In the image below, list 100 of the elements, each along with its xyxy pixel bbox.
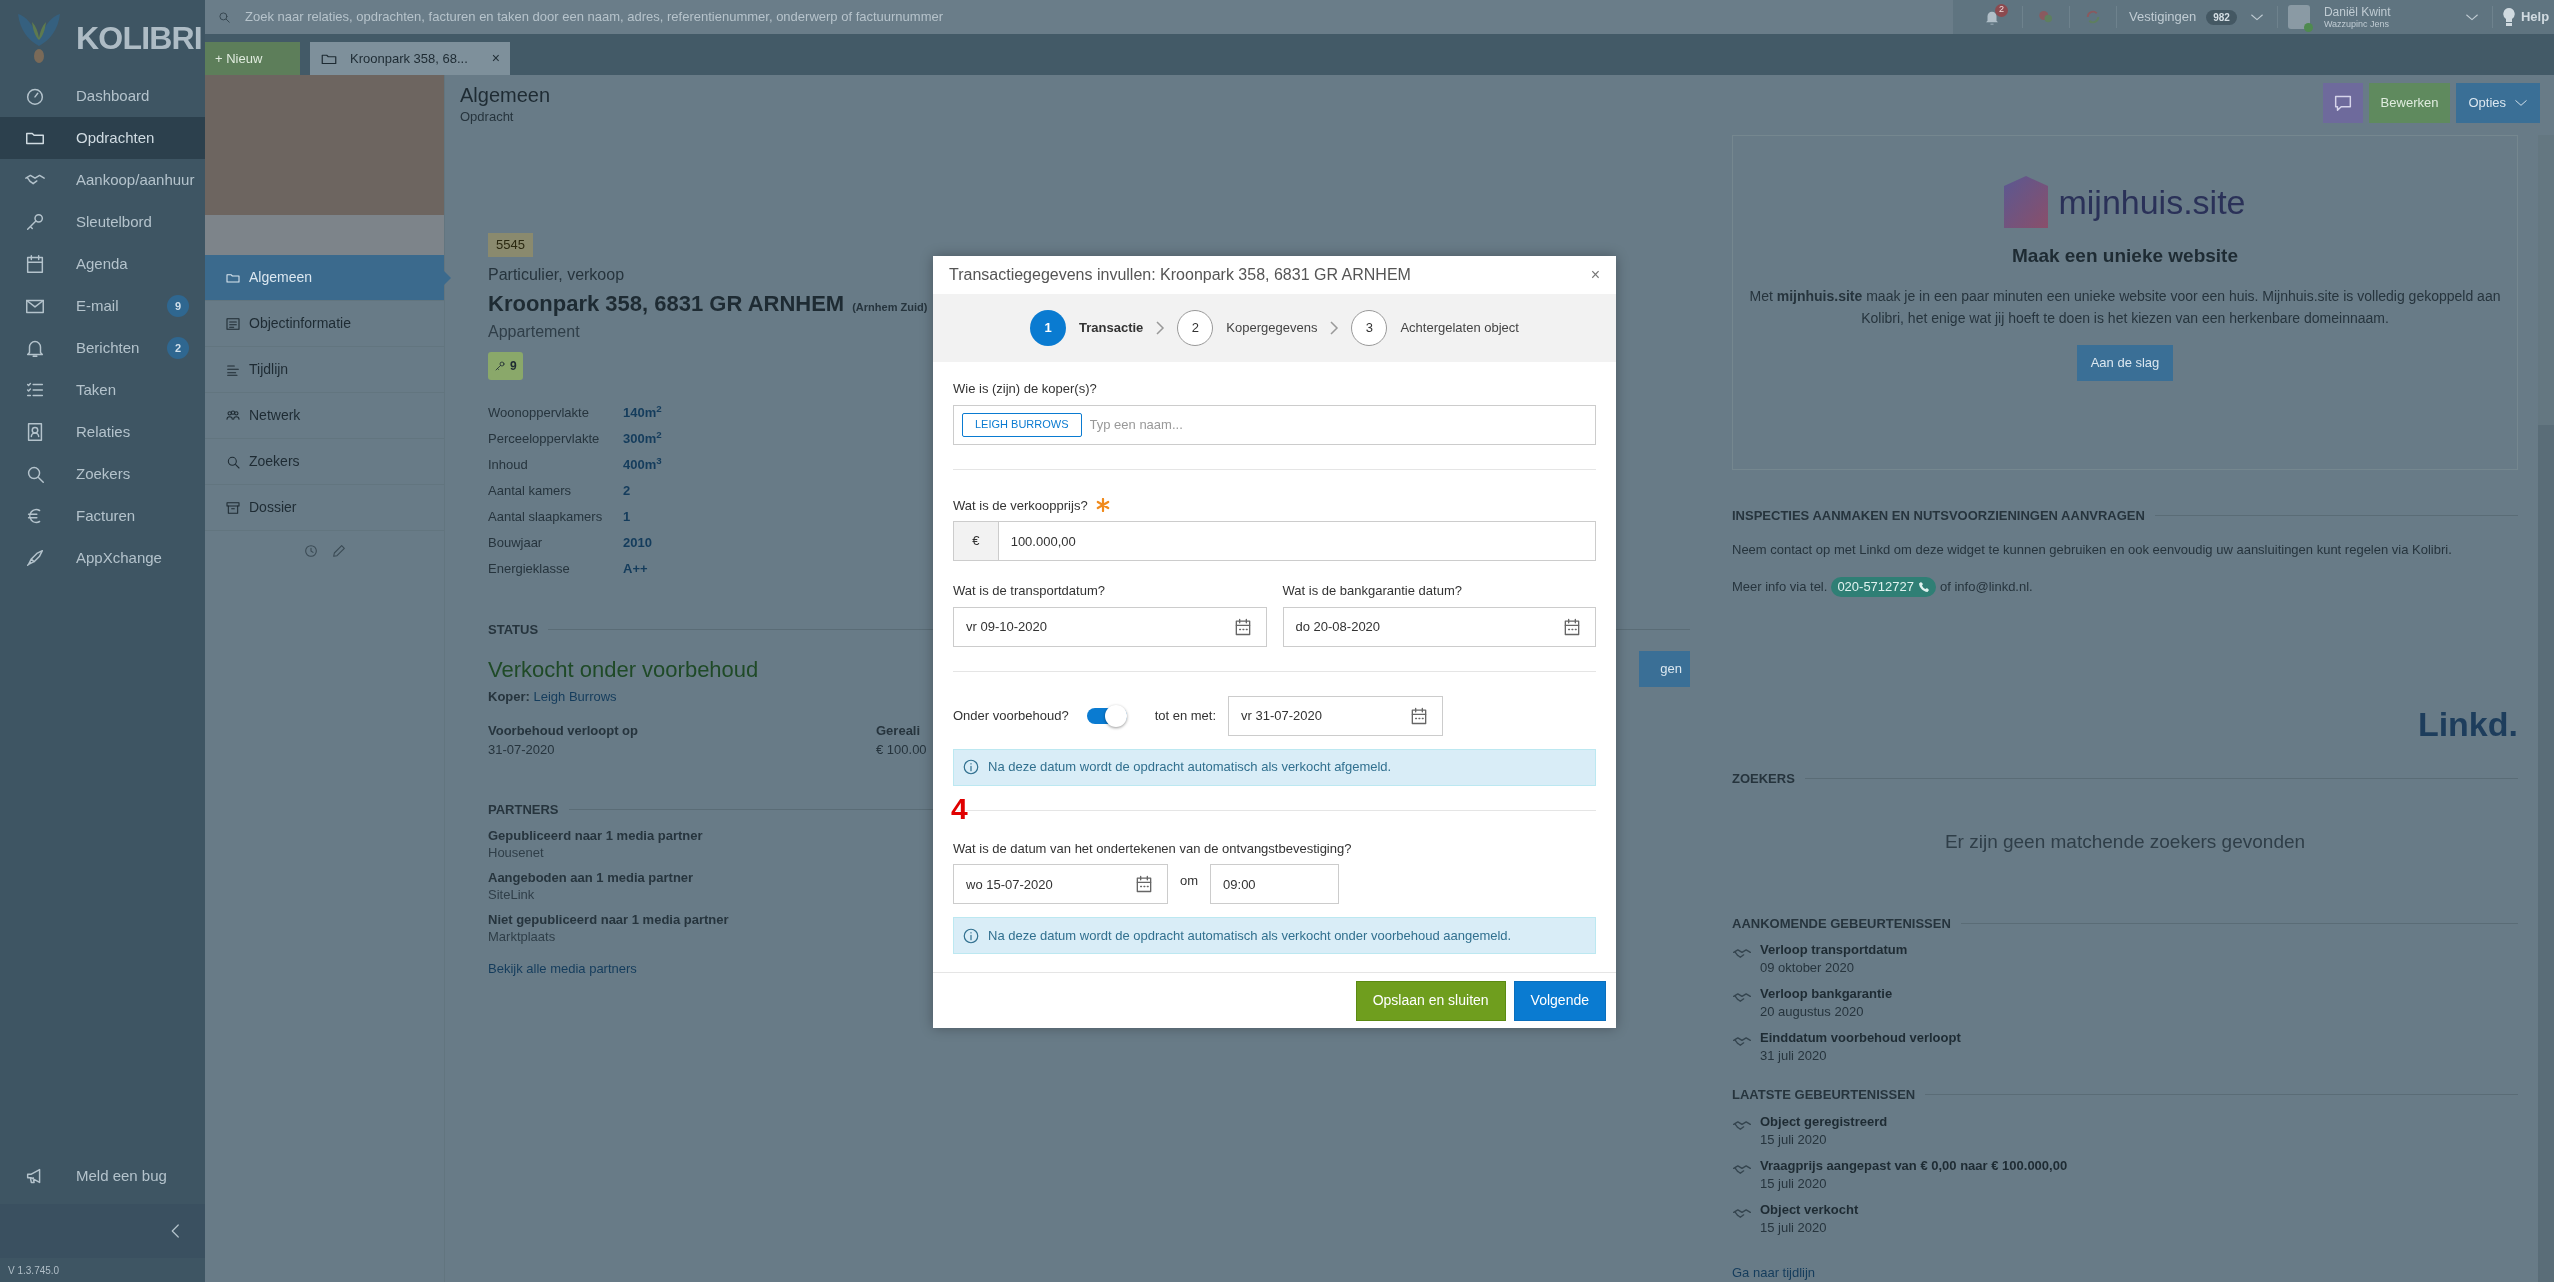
event-title: Verloop transportdatum (1760, 941, 1908, 959)
options-dropdown[interactable]: Opties (2456, 83, 2540, 123)
field-label: Wat is de bankgarantie datum? (1282, 582, 1462, 600)
property-label: Woonoppervlakte (488, 403, 590, 422)
page-subtitle: Opdracht (460, 108, 514, 126)
clock-icon (302, 543, 319, 559)
object-menu-item[interactable]: Tijdlijn (205, 347, 444, 393)
sidebar-item[interactable]: Meld een bug (0, 1148, 205, 1204)
dialog-title: Transactiegegevens invullen: Kroonpark 358, 6831 GR ARNHEM (949, 265, 1412, 285)
property-label: Energieklasse (488, 559, 571, 578)
date-input[interactable]: do 20-08-2020 (1282, 606, 1596, 647)
date-input[interactable]: wo 15-07-2020 (953, 864, 1168, 904)
section-heading: ZOEKERS (1732, 769, 1795, 788)
object-menu-item[interactable]: Objectinformatie (205, 301, 444, 347)
field-label: Wie is (zijn) de koper(s)? (953, 380, 1097, 398)
edit-button[interactable]: Bewerken (2368, 83, 2451, 123)
info-alert: Na deze datum wordt de opdracht automatisch als verkocht onder voorbehoud aangemeld. (953, 917, 1596, 954)
object-menu-item[interactable]: Algemeen (205, 255, 444, 301)
pointer-arrow-icon (444, 271, 451, 285)
next-button[interactable]: Volgende (1513, 980, 1606, 1021)
field-label: Wat is de verkoopprijs? (953, 496, 1088, 515)
calendar-icon (1134, 874, 1154, 894)
property-value: 300m$^{2}$ (623, 428, 662, 448)
search-icon (217, 10, 231, 24)
event-date: 09 oktober 2020 (1760, 959, 1854, 977)
change-button[interactable]: gen (1639, 651, 1690, 687)
district-text: (Arnhem Zuid) (852, 299, 928, 315)
step-number[interactable]: 2 (1177, 310, 1214, 346)
logo-text: Linkd. (2417, 706, 2518, 741)
field-label: Gereali (876, 721, 921, 740)
property-value: 140m$^{2}$ (623, 402, 662, 422)
date-input[interactable]: vr 31-07-2020 (1228, 695, 1444, 736)
buyer-field[interactable]: LEIGH BURROWS Typ een naam... (953, 404, 1596, 445)
event-date: 15 juli 2020 (1760, 1174, 1827, 1193)
save-close-button[interactable]: Opslaan en sluiten (1355, 980, 1506, 1021)
status-text: Verkocht onder voorbehoud (488, 655, 759, 684)
price-input[interactable]: 100.000,00 (997, 521, 1596, 561)
field-label: om (1180, 872, 1199, 891)
field-label: Voorbehoud verloopt op (488, 721, 638, 740)
event-title: Vraagprijs aangepast van € 0,00 naar € 100.000,00 (1760, 1156, 2068, 1175)
pencil-icon (330, 543, 347, 559)
phone-icon (1918, 580, 1930, 593)
timeline-link[interactable]: Ga naar tijdlijn (1732, 1262, 1816, 1282)
count-badge: 2 (167, 337, 189, 359)
buyer-tag[interactable]: LEIGH BURROWS (962, 412, 1082, 437)
phone-badge[interactable]: 020-5712727 (1831, 577, 1936, 597)
currency-addon: € (953, 521, 998, 561)
media-partners-link[interactable]: Bekijk alle media partners (488, 959, 637, 979)
category-text: Particulier, verkoop (488, 264, 625, 285)
user-name: Daniël Kwint (2323, 5, 2391, 18)
help-button[interactable]: Help (2502, 7, 2550, 27)
sidebar-item[interactable]: Opdrachten (0, 117, 205, 159)
info-alert: Na deze datum wordt de opdracht automatisch als verkocht afgemeld. (953, 748, 1596, 786)
object-menu-item[interactable]: Zoekers (205, 439, 444, 485)
address-title: Kroonpark 358, 6831 GR ARNHEM (488, 289, 845, 318)
field-value: € 100.00 (876, 741, 927, 759)
close-button[interactable]: × (1590, 263, 1600, 287)
tab[interactable]: Kroonpark 358, 68... × (310, 42, 510, 75)
object-menu-item[interactable]: Dossier (205, 485, 444, 531)
reference-badge: 5545 (488, 233, 533, 257)
comment-button[interactable] (2322, 83, 2363, 123)
chevron-right-icon (1155, 321, 1166, 335)
event-title: Verloop bankgarantie (1760, 985, 1893, 1003)
info-icon (962, 926, 980, 945)
buyer-link[interactable]: Leigh Burrows (533, 689, 617, 704)
buyer-label: Koper: (488, 689, 530, 704)
type-text: Appartement (488, 321, 580, 342)
date-input[interactable]: vr 09-10-2020 (953, 606, 1267, 647)
user-subtitle: Wazzupinc Jens (2323, 19, 2390, 29)
info-text: of info@linkd.nl. (1940, 578, 2033, 597)
partner-name: SiteLink (488, 886, 535, 903)
avatar (2287, 5, 2310, 29)
field-value: 31-07-2020 (488, 741, 555, 759)
toggle-switch[interactable] (1086, 704, 1127, 727)
property-label: Bouwjaar (488, 533, 544, 552)
step-label: Kopergegevens (1226, 319, 1318, 338)
step-number[interactable]: 1 (1030, 310, 1067, 346)
start-button[interactable]: Aan de slag (2076, 344, 2174, 381)
time-input[interactable]: 09:00 (1210, 864, 1340, 904)
property-value: 2 (623, 481, 631, 500)
event-date: 15 juli 2020 (1760, 1130, 1827, 1149)
section-heading: INSPECTIES AANMAKEN EN NUTSVOORZIENINGEN AANVRAGEN (1732, 507, 2145, 526)
section-heading: LAATSTE GEBEURTENISSEN (1732, 1086, 1916, 1104)
close-tab-button[interactable]: × (491, 48, 500, 69)
property-value: 1 (623, 507, 631, 526)
object-menu-item[interactable]: Netwerk (205, 393, 444, 439)
property-label: Aantal kamers (488, 481, 573, 500)
name-input[interactable]: Typ een naam... (1089, 414, 1587, 435)
partner-title: Aangeboden aan 1 media partner (488, 869, 694, 886)
count-badge: 9 (167, 295, 189, 317)
annotation-number: 4 (951, 791, 968, 827)
new-button[interactable]: + Nieuw (205, 42, 300, 75)
event-date: 15 juli 2020 (1760, 1218, 1827, 1237)
lightbulb-icon (2502, 8, 2515, 26)
version-text: V 1.3.745.0 (8, 1263, 60, 1278)
step-label: Transactie (1079, 319, 1144, 338)
section-heading: PARTNERS (488, 800, 559, 819)
empty-message: Er zijn geen matchende zoekers gevonden (1944, 829, 2306, 854)
search-input[interactable]: Zoek naar relaties, opdrachten, facturen en taken door een naam, adres, referentienummer, onderwerp of factuurnummer (245, 7, 1953, 27)
step-number[interactable]: 3 (1351, 310, 1388, 346)
